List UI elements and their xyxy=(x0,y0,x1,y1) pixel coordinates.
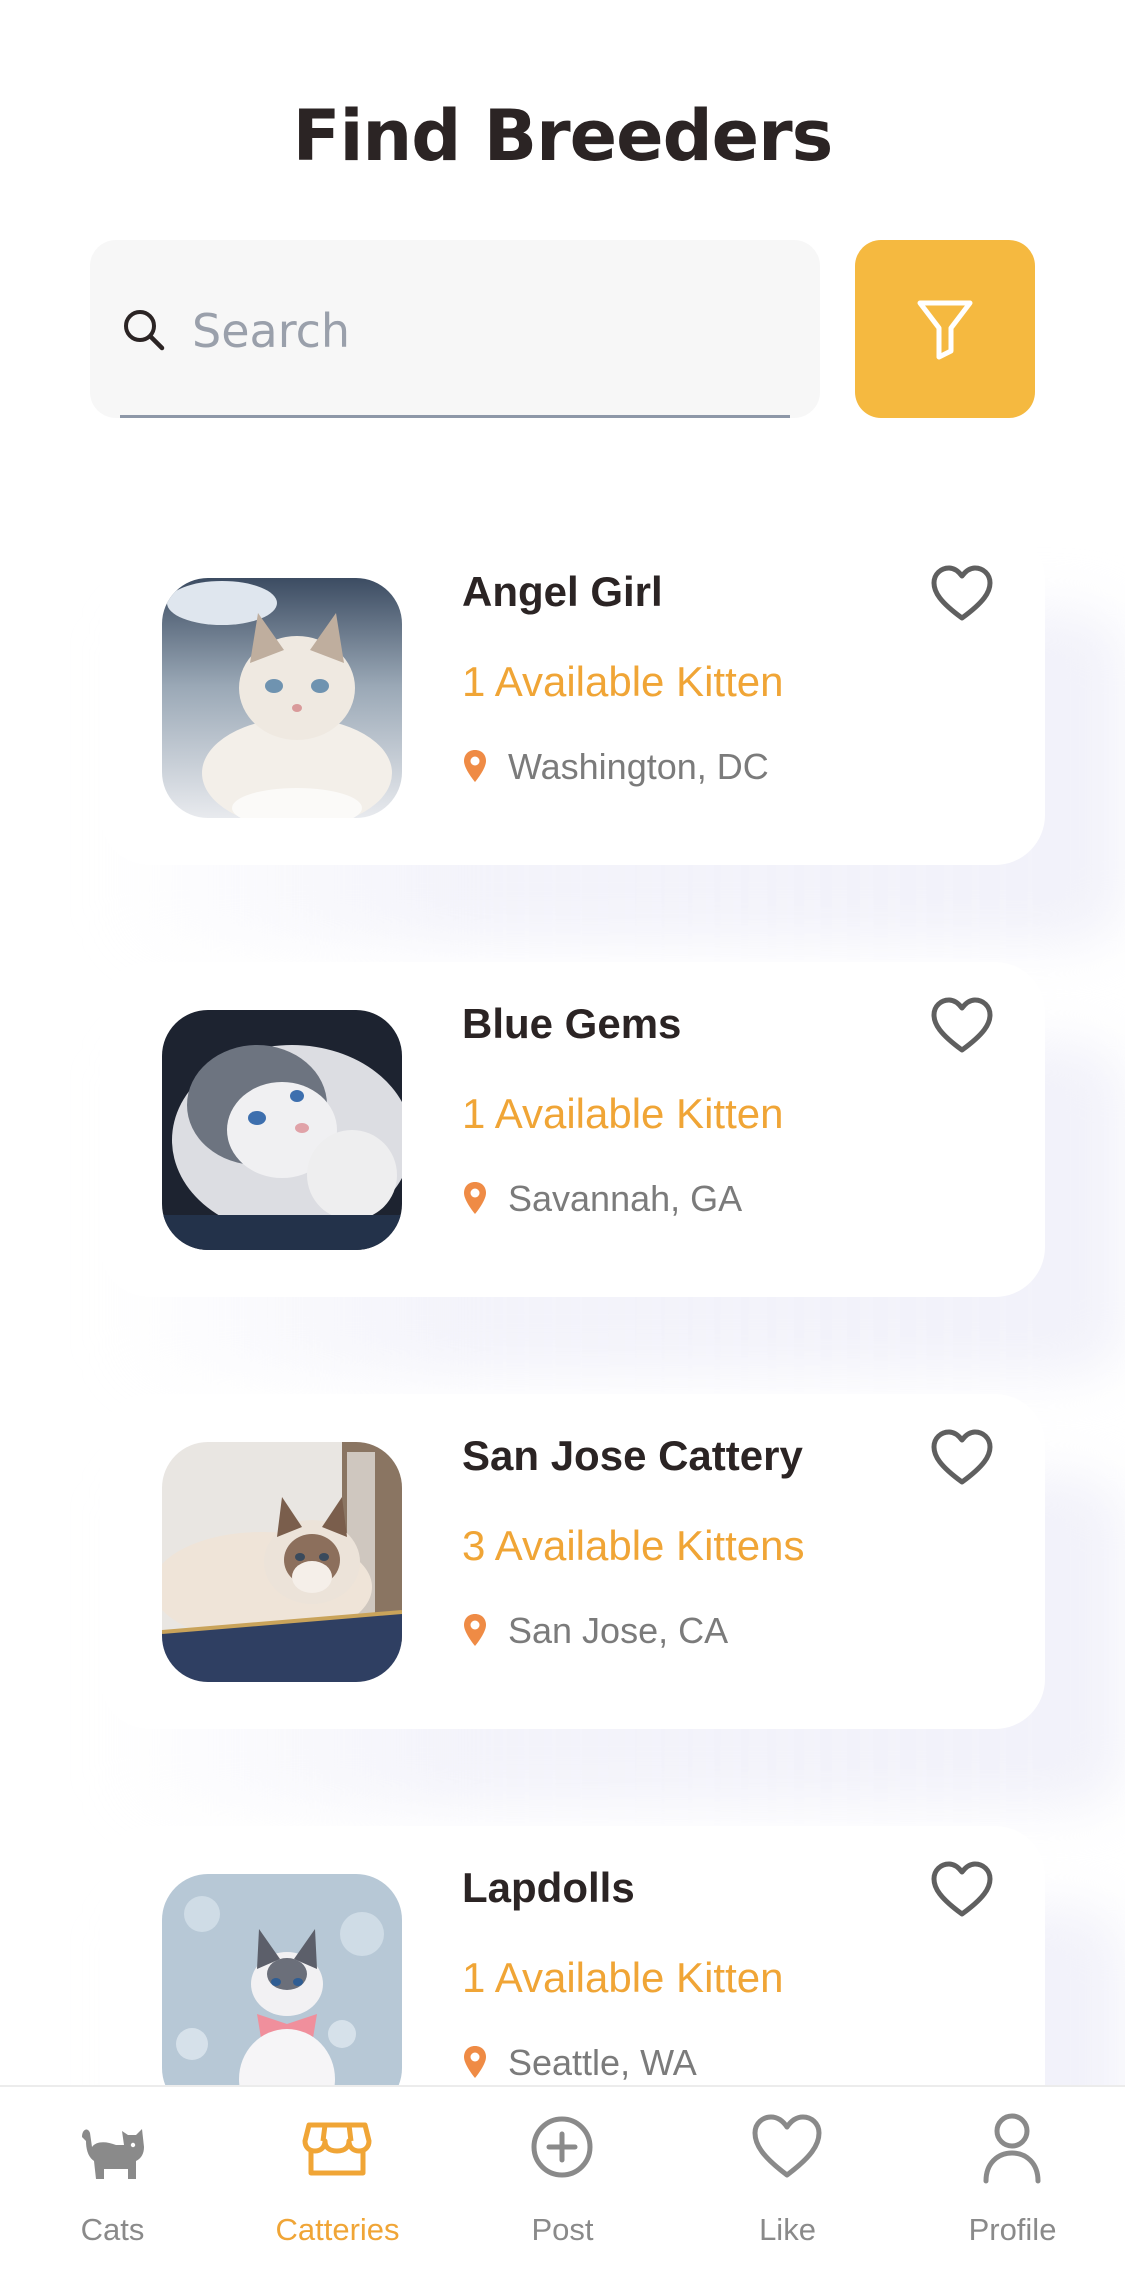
heart-icon[interactable] xyxy=(930,996,994,1056)
tab-catteries[interactable]: Catteries xyxy=(225,2087,450,2273)
breeder-name: Blue Gems xyxy=(462,1000,682,1047)
cat-icon xyxy=(82,2129,144,2179)
available-kittens[interactable]: 1 Available Kitten xyxy=(462,1954,783,2002)
tab-label: Profile xyxy=(968,2212,1057,2247)
search-underline xyxy=(120,415,790,418)
breeder-card[interactable]: Blue Gems 1 Available Kitten Savannah, G… xyxy=(100,962,1045,1297)
store-icon xyxy=(302,2122,372,2176)
tab-cats[interactable]: Cats xyxy=(0,2087,225,2273)
heart-icon[interactable] xyxy=(930,564,994,624)
tab-label: Catteries xyxy=(275,2212,400,2247)
available-kittens[interactable]: 1 Available Kitten xyxy=(462,658,783,706)
breeder-name: Angel Girl xyxy=(462,568,663,615)
filter-icon xyxy=(917,300,973,360)
tab-label: Like xyxy=(759,2212,816,2247)
breeder-card[interactable]: San Jose Cattery 3 Available Kittens San… xyxy=(100,1394,1045,1729)
tab-like[interactable]: Like xyxy=(675,2087,900,2273)
cat-photo-ragdoll-bow xyxy=(162,1874,402,2085)
search-box[interactable] xyxy=(90,240,820,418)
search-input[interactable] xyxy=(192,296,772,366)
breeder-card[interactable]: Angel Girl 1 Available Kitten Washington… xyxy=(100,530,1045,865)
breeder-list[interactable]: Angel Girl 1 Available Kitten Washington… xyxy=(0,500,1125,2085)
available-kittens[interactable]: 1 Available Kitten xyxy=(462,1090,783,1138)
search-icon xyxy=(124,310,165,351)
cat-photo-ragdoll-on-box xyxy=(162,1442,402,1682)
location-pin-icon xyxy=(464,2046,486,2078)
breeder-name: San Jose Cattery xyxy=(462,1432,803,1479)
tab-bar: Cats Catteries Post Like Profile xyxy=(0,2085,1125,2273)
available-kittens[interactable]: 3 Available Kittens xyxy=(462,1522,804,1570)
heart-icon xyxy=(752,2114,822,2178)
breeder-name: Lapdolls xyxy=(462,1864,635,1911)
location-pin-icon xyxy=(464,1182,486,1214)
tab-label: Cats xyxy=(80,2212,145,2247)
plus-circle-icon xyxy=(531,2116,593,2178)
cat-photo-ragdoll-lying xyxy=(162,1010,402,1250)
breeder-location: Seattle, WA xyxy=(508,2042,697,2083)
breeder-card[interactable]: Lapdolls 1 Available Kitten Seattle, WA xyxy=(100,1826,1045,2085)
breeder-location: Washington, DC xyxy=(508,746,769,787)
breeder-location: San Jose, CA xyxy=(508,1610,729,1651)
tab-profile[interactable]: Profile xyxy=(900,2087,1125,2273)
tab-label: Post xyxy=(531,2212,594,2247)
tab-post[interactable]: Post xyxy=(450,2087,675,2273)
cat-photo-ragdoll-sitting xyxy=(162,578,402,818)
filter-button[interactable] xyxy=(855,240,1035,418)
location-pin-icon xyxy=(464,1614,486,1646)
heart-icon[interactable] xyxy=(930,1428,994,1488)
person-icon xyxy=(983,2113,1041,2184)
location-pin-icon xyxy=(464,750,486,782)
page-title: Find Breeders xyxy=(292,95,834,177)
heart-icon[interactable] xyxy=(930,1860,994,1920)
breeder-location: Savannah, GA xyxy=(508,1178,743,1219)
